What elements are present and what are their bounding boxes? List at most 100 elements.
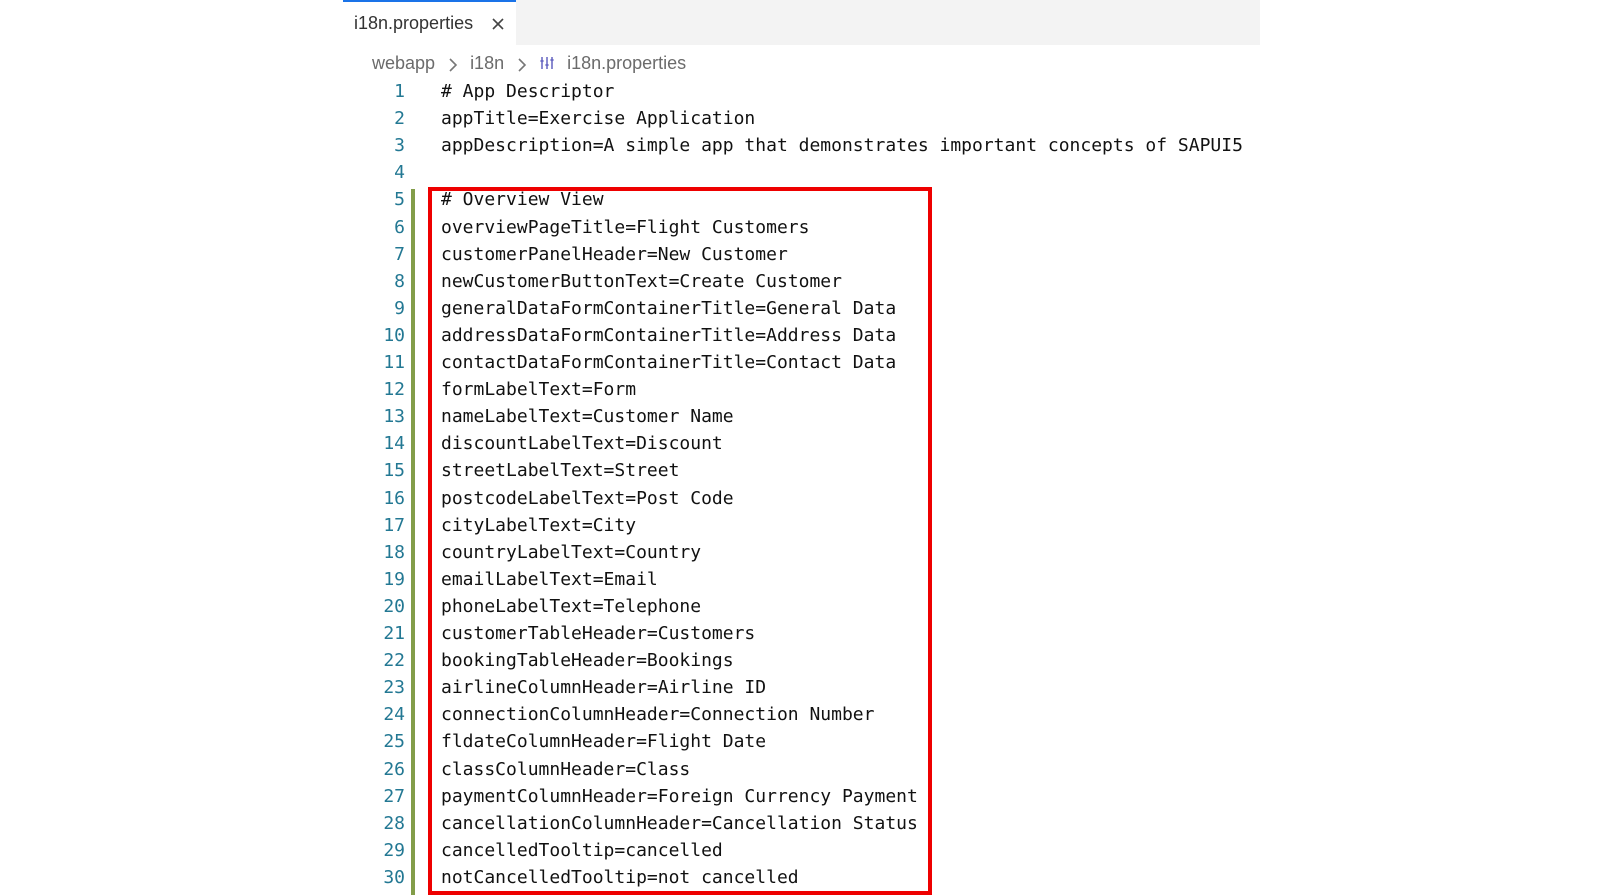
code-line[interactable]: 24 connectionColumnHeader=Connection Numb… <box>0 701 1300 728</box>
line-number: 22 <box>383 650 405 672</box>
line-number: 19 <box>383 568 405 590</box>
line-text[interactable]: # Overview View <box>441 186 604 213</box>
line-text[interactable]: paymentColumnHeader=Foreign Currency Pay… <box>441 783 918 810</box>
code-line[interactable]: 3 appDescription=A simple app that demons… <box>0 132 1300 159</box>
breadcrumb-item-webapp[interactable]: webapp <box>372 53 435 74</box>
line-text[interactable]: cancelledTooltip=cancelled <box>441 837 723 864</box>
line-number: 24 <box>383 704 405 726</box>
line-text[interactable]: airlineColumnHeader=Airline ID <box>441 674 766 701</box>
code-line[interactable]: 7 customerPanelHeader=New Customer <box>0 241 1300 268</box>
line-number: 15 <box>383 460 405 482</box>
line-number: 1 <box>394 81 405 102</box>
code-line[interactable]: 17 cityLabelText=City <box>0 512 1300 539</box>
line-number: 3 <box>394 135 405 157</box>
line-number: 7 <box>394 243 405 265</box>
line-number: 11 <box>383 352 405 373</box>
line-number: 5 <box>394 189 405 211</box>
line-number: 25 <box>383 731 405 753</box>
chevron-right-icon <box>516 56 528 72</box>
code-line[interactable]: 14 discountLabelText=Discount <box>0 430 1300 457</box>
line-text[interactable]: appDescription=A simple app that demonst… <box>441 132 1243 159</box>
line-text[interactable]: overviewPageTitle=Flight Customers <box>441 214 809 241</box>
line-text[interactable]: cancellationColumnHeader=Cancellation St… <box>441 810 918 837</box>
line-number: 28 <box>383 812 405 834</box>
code-line[interactable]: 25 fldateColumnHeader=Flight Date <box>0 728 1300 755</box>
line-number: 26 <box>383 758 405 780</box>
code-line[interactable]: 30 notCancelledTooltip=not cancelled <box>0 864 1300 891</box>
line-number: 21 <box>383 623 405 644</box>
line-number: 23 <box>383 677 405 699</box>
line-text[interactable]: phoneLabelText=Telephone <box>441 593 701 620</box>
code-line[interactable]: 10 addressDataFormContainerTitle=Address … <box>0 322 1300 349</box>
breadcrumb-item-i18n[interactable]: i18n <box>470 53 504 74</box>
line-number: 6 <box>394 216 405 238</box>
line-text[interactable]: fldateColumnHeader=Flight Date <box>441 728 766 755</box>
line-text[interactable]: postcodeLabelText=Post Code <box>441 485 734 512</box>
code-line[interactable]: 4 <box>0 159 1300 186</box>
code-line[interactable]: 11 contactDataFormContainerTitle=Contact … <box>0 349 1300 376</box>
line-text[interactable]: notCancelledTooltip=not cancelled <box>441 864 799 891</box>
chevron-right-icon <box>447 56 459 72</box>
tab-i18n-properties[interactable]: i18n.properties <box>343 0 516 45</box>
code-line[interactable]: 8 newCustomerButtonText=Create Customer <box>0 268 1300 295</box>
line-number: 27 <box>383 785 405 807</box>
editor-window: i18n.properties webapp i18n i18n.propert… <box>0 0 1600 895</box>
line-text[interactable]: connectionColumnHeader=Connection Number <box>441 701 874 728</box>
line-number: 16 <box>383 487 405 509</box>
line-text[interactable]: streetLabelText=Street <box>441 457 679 484</box>
code-line[interactable]: 2 appTitle=Exercise Application <box>0 105 1300 132</box>
line-text[interactable]: generalDataFormContainerTitle=General Da… <box>441 295 896 322</box>
breadcrumb-item-file[interactable]: i18n.properties <box>567 53 686 74</box>
line-number: 4 <box>394 162 405 184</box>
line-number: 12 <box>383 379 405 401</box>
code-line[interactable]: 21 customerTableHeader=Customers <box>0 620 1300 647</box>
line-text[interactable]: bookingTableHeader=Bookings <box>441 647 734 674</box>
line-number: 29 <box>383 839 405 861</box>
code-line[interactable]: 27 paymentColumnHeader=Foreign Currency P… <box>0 783 1300 810</box>
code-line[interactable]: 19 emailLabelText=Email <box>0 566 1300 593</box>
line-text[interactable]: addressDataFormContainerTitle=Address Da… <box>441 322 896 349</box>
code-line[interactable]: 6 overviewPageTitle=Flight Customers <box>0 214 1300 241</box>
code-line[interactable]: 20 phoneLabelText=Telephone <box>0 593 1300 620</box>
line-number: 8 <box>394 270 405 292</box>
tab-bar: i18n.properties <box>343 0 1260 45</box>
code-line[interactable]: 18 countryLabelText=Country <box>0 539 1300 566</box>
code-line[interactable]: 5 # Overview View <box>0 186 1300 213</box>
code-line[interactable]: 16 postcodeLabelText=Post Code <box>0 485 1300 512</box>
code-line[interactable]: 29 cancelledTooltip=cancelled <box>0 837 1300 864</box>
code-line[interactable]: 26 classColumnHeader=Class <box>0 756 1300 783</box>
code-line[interactable]: 15 streetLabelText=Street <box>0 457 1300 484</box>
line-text[interactable]: cityLabelText=City <box>441 512 636 539</box>
code-line[interactable]: 12 formLabelText=Form <box>0 376 1300 403</box>
line-text[interactable]: classColumnHeader=Class <box>441 756 690 783</box>
line-text[interactable]: contactDataFormContainerTitle=Contact Da… <box>441 349 896 376</box>
line-number: 2 <box>394 108 405 130</box>
line-text[interactable]: newCustomerButtonText=Create Customer <box>441 268 842 295</box>
line-text[interactable]: customerTableHeader=Customers <box>441 620 755 647</box>
code-line[interactable]: 23 airlineColumnHeader=Airline ID <box>0 674 1300 701</box>
line-text[interactable]: # App Descriptor <box>441 78 614 105</box>
line-text[interactable]: formLabelText=Form <box>441 376 636 403</box>
tab-label: i18n.properties <box>354 13 474 33</box>
line-text[interactable]: emailLabelText=Email <box>441 566 658 593</box>
line-number: 18 <box>383 541 405 563</box>
line-number: 13 <box>383 406 405 428</box>
line-text[interactable]: countryLabelText=Country <box>441 539 701 566</box>
line-number: 9 <box>394 297 405 319</box>
code-line[interactable]: 9 generalDataFormContainerTitle=General D… <box>0 295 1300 322</box>
line-text[interactable]: nameLabelText=Customer Name <box>441 403 734 430</box>
line-text[interactable]: discountLabelText=Discount <box>441 430 723 457</box>
line-number: 17 <box>383 514 405 536</box>
code-line[interactable]: 13 nameLabelText=Customer Name <box>0 403 1300 430</box>
code-line[interactable]: 28 cancellationColumnHeader=Cancellation … <box>0 810 1300 837</box>
line-number: 30 <box>383 866 405 888</box>
code-line[interactable]: 1 # App Descriptor <box>0 78 1300 105</box>
line-number: 14 <box>383 433 405 455</box>
line-text[interactable]: customerPanelHeader=New Customer <box>441 241 788 268</box>
properties-file-icon <box>539 55 555 71</box>
close-icon[interactable] <box>489 15 507 33</box>
line-number: 10 <box>383 324 405 346</box>
gutter-modified-indicator <box>411 189 415 895</box>
line-text[interactable]: appTitle=Exercise Application <box>441 105 755 132</box>
code-line[interactable]: 22 bookingTableHeader=Bookings <box>0 647 1300 674</box>
